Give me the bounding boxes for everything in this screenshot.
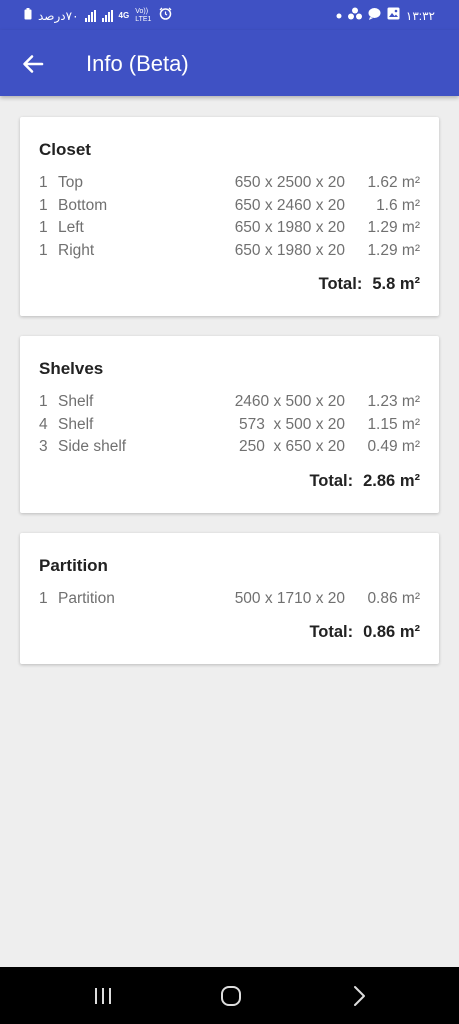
item-dimensions: 250 x 650 x 20: [239, 438, 345, 455]
message-icon: [368, 7, 381, 24]
arrow-left-icon: [23, 55, 44, 73]
battery-percent: ٧٠درصد: [38, 8, 79, 23]
item-name: Left: [58, 219, 84, 236]
item-quantity: 1: [39, 219, 48, 236]
item-name: Shelf: [58, 416, 94, 433]
home-icon: [221, 986, 241, 1006]
back-button[interactable]: [18, 49, 48, 79]
item-area: 1.29 m²: [367, 219, 420, 236]
app-notification-icon: [347, 7, 362, 24]
status-bar-right: ١٣:٣٢: [336, 7, 435, 24]
section-card-closet: Closet 1 Top 650 x 2500 x 20 1.62 m² 1 B…: [20, 117, 439, 316]
item-area: 0.49 m²: [367, 438, 420, 455]
item-quantity: 1: [39, 197, 48, 214]
section-card-shelves: Shelves 1 Shelf 2460 x 500 x 20 1.23 m² …: [20, 336, 439, 513]
section-total: Total: 0.86 m²: [309, 623, 420, 642]
chevron-right-icon: [354, 986, 365, 1006]
item-dimensions: 650 x 2460 x 20: [234, 197, 345, 214]
total-value: 5.8 m²: [372, 275, 420, 293]
list-item: 1 Partition 500 x 1710 x 20 0.86 m²: [39, 590, 420, 612]
item-quantity: 1: [39, 242, 48, 259]
volte-label: Vo)) LTE1: [135, 7, 152, 23]
page-title: Info (Beta): [86, 51, 189, 76]
section-title: Shelves: [39, 359, 104, 378]
gallery-icon: [387, 7, 400, 24]
section-card-partition: Partition 1 Partition 500 x 1710 x 20 0.…: [20, 533, 439, 664]
item-dimensions: 650 x 2500 x 20: [234, 174, 345, 191]
status-bar: ٧٠درصد 4G Vo)) LTE1 ١٣:٣٢: [0, 0, 459, 30]
item-dimensions: 650 x 1980 x 20: [234, 242, 345, 259]
item-area: 1.23 m²: [367, 393, 420, 410]
list-item: 1 Right 650 x 1980 x 20 1.29 m²: [39, 242, 420, 264]
item-area: 1.15 m²: [367, 416, 420, 433]
item-area: 1.6 m²: [376, 197, 420, 214]
item-name: Side shelf: [58, 438, 127, 455]
clock: ١٣:٣٢: [405, 8, 435, 23]
item-dimensions: 500 x 1710 x 20: [234, 590, 345, 607]
item-name: Right: [58, 242, 95, 259]
list-item: 1 Top 650 x 2500 x 20 1.62 m²: [39, 174, 420, 196]
recents-icon: [95, 988, 111, 1004]
item-area: 1.62 m²: [367, 174, 420, 191]
item-quantity: 4: [39, 416, 48, 433]
item-dimensions: 2460 x 500 x 20: [234, 393, 345, 410]
item-area: 1.29 m²: [367, 242, 420, 259]
app-bar: Info (Beta): [0, 30, 459, 96]
item-quantity: 3: [39, 438, 48, 455]
list-item: 1 Bottom 650 x 2460 x 20 1.6 m²: [39, 197, 420, 219]
total-value: 0.86 m²: [363, 623, 420, 641]
total-value: 2.86 m²: [363, 472, 420, 490]
section-title: Closet: [39, 140, 91, 159]
alarm-icon: [159, 7, 172, 24]
item-name: Shelf: [58, 393, 94, 410]
item-name: Bottom: [58, 197, 108, 214]
system-back-button[interactable]: [346, 983, 372, 1009]
network-4g-label: 4G: [118, 10, 130, 20]
item-dimensions: 650 x 1980 x 20: [234, 219, 345, 236]
section-title: Partition: [39, 556, 108, 575]
section-total: Total: 2.86 m²: [309, 472, 420, 491]
total-label: Total:: [309, 472, 354, 490]
battery-icon: [24, 7, 32, 24]
signal-strength-icon-2: [101, 9, 113, 22]
system-navigation-bar: [0, 967, 459, 1024]
item-quantity: 1: [39, 174, 48, 191]
section-total: Total: 5.8 m²: [319, 275, 420, 294]
item-name: Top: [58, 174, 83, 191]
list-item: 1 Left 650 x 1980 x 20 1.29 m²: [39, 219, 420, 241]
list-item: 3 Side shelf 250 x 650 x 20 0.49 m²: [39, 438, 420, 460]
list-item: 4 Shelf 573 x 500 x 20 1.15 m²: [39, 416, 420, 438]
recents-button[interactable]: [90, 983, 116, 1009]
notification-dot-icon: [336, 9, 342, 23]
signal-strength-icon: [84, 9, 96, 22]
item-quantity: 1: [39, 590, 48, 607]
item-name: Partition: [58, 590, 115, 607]
list-item: 1 Shelf 2460 x 500 x 20 1.23 m²: [39, 393, 420, 415]
total-label: Total:: [318, 275, 363, 293]
home-button[interactable]: [218, 983, 244, 1009]
item-dimensions: 573 x 500 x 20: [239, 416, 345, 433]
status-bar-left: ٧٠درصد 4G Vo)) LTE1: [24, 7, 172, 24]
item-quantity: 1: [39, 393, 48, 410]
total-label: Total:: [309, 623, 354, 641]
item-area: 0.86 m²: [367, 590, 420, 607]
